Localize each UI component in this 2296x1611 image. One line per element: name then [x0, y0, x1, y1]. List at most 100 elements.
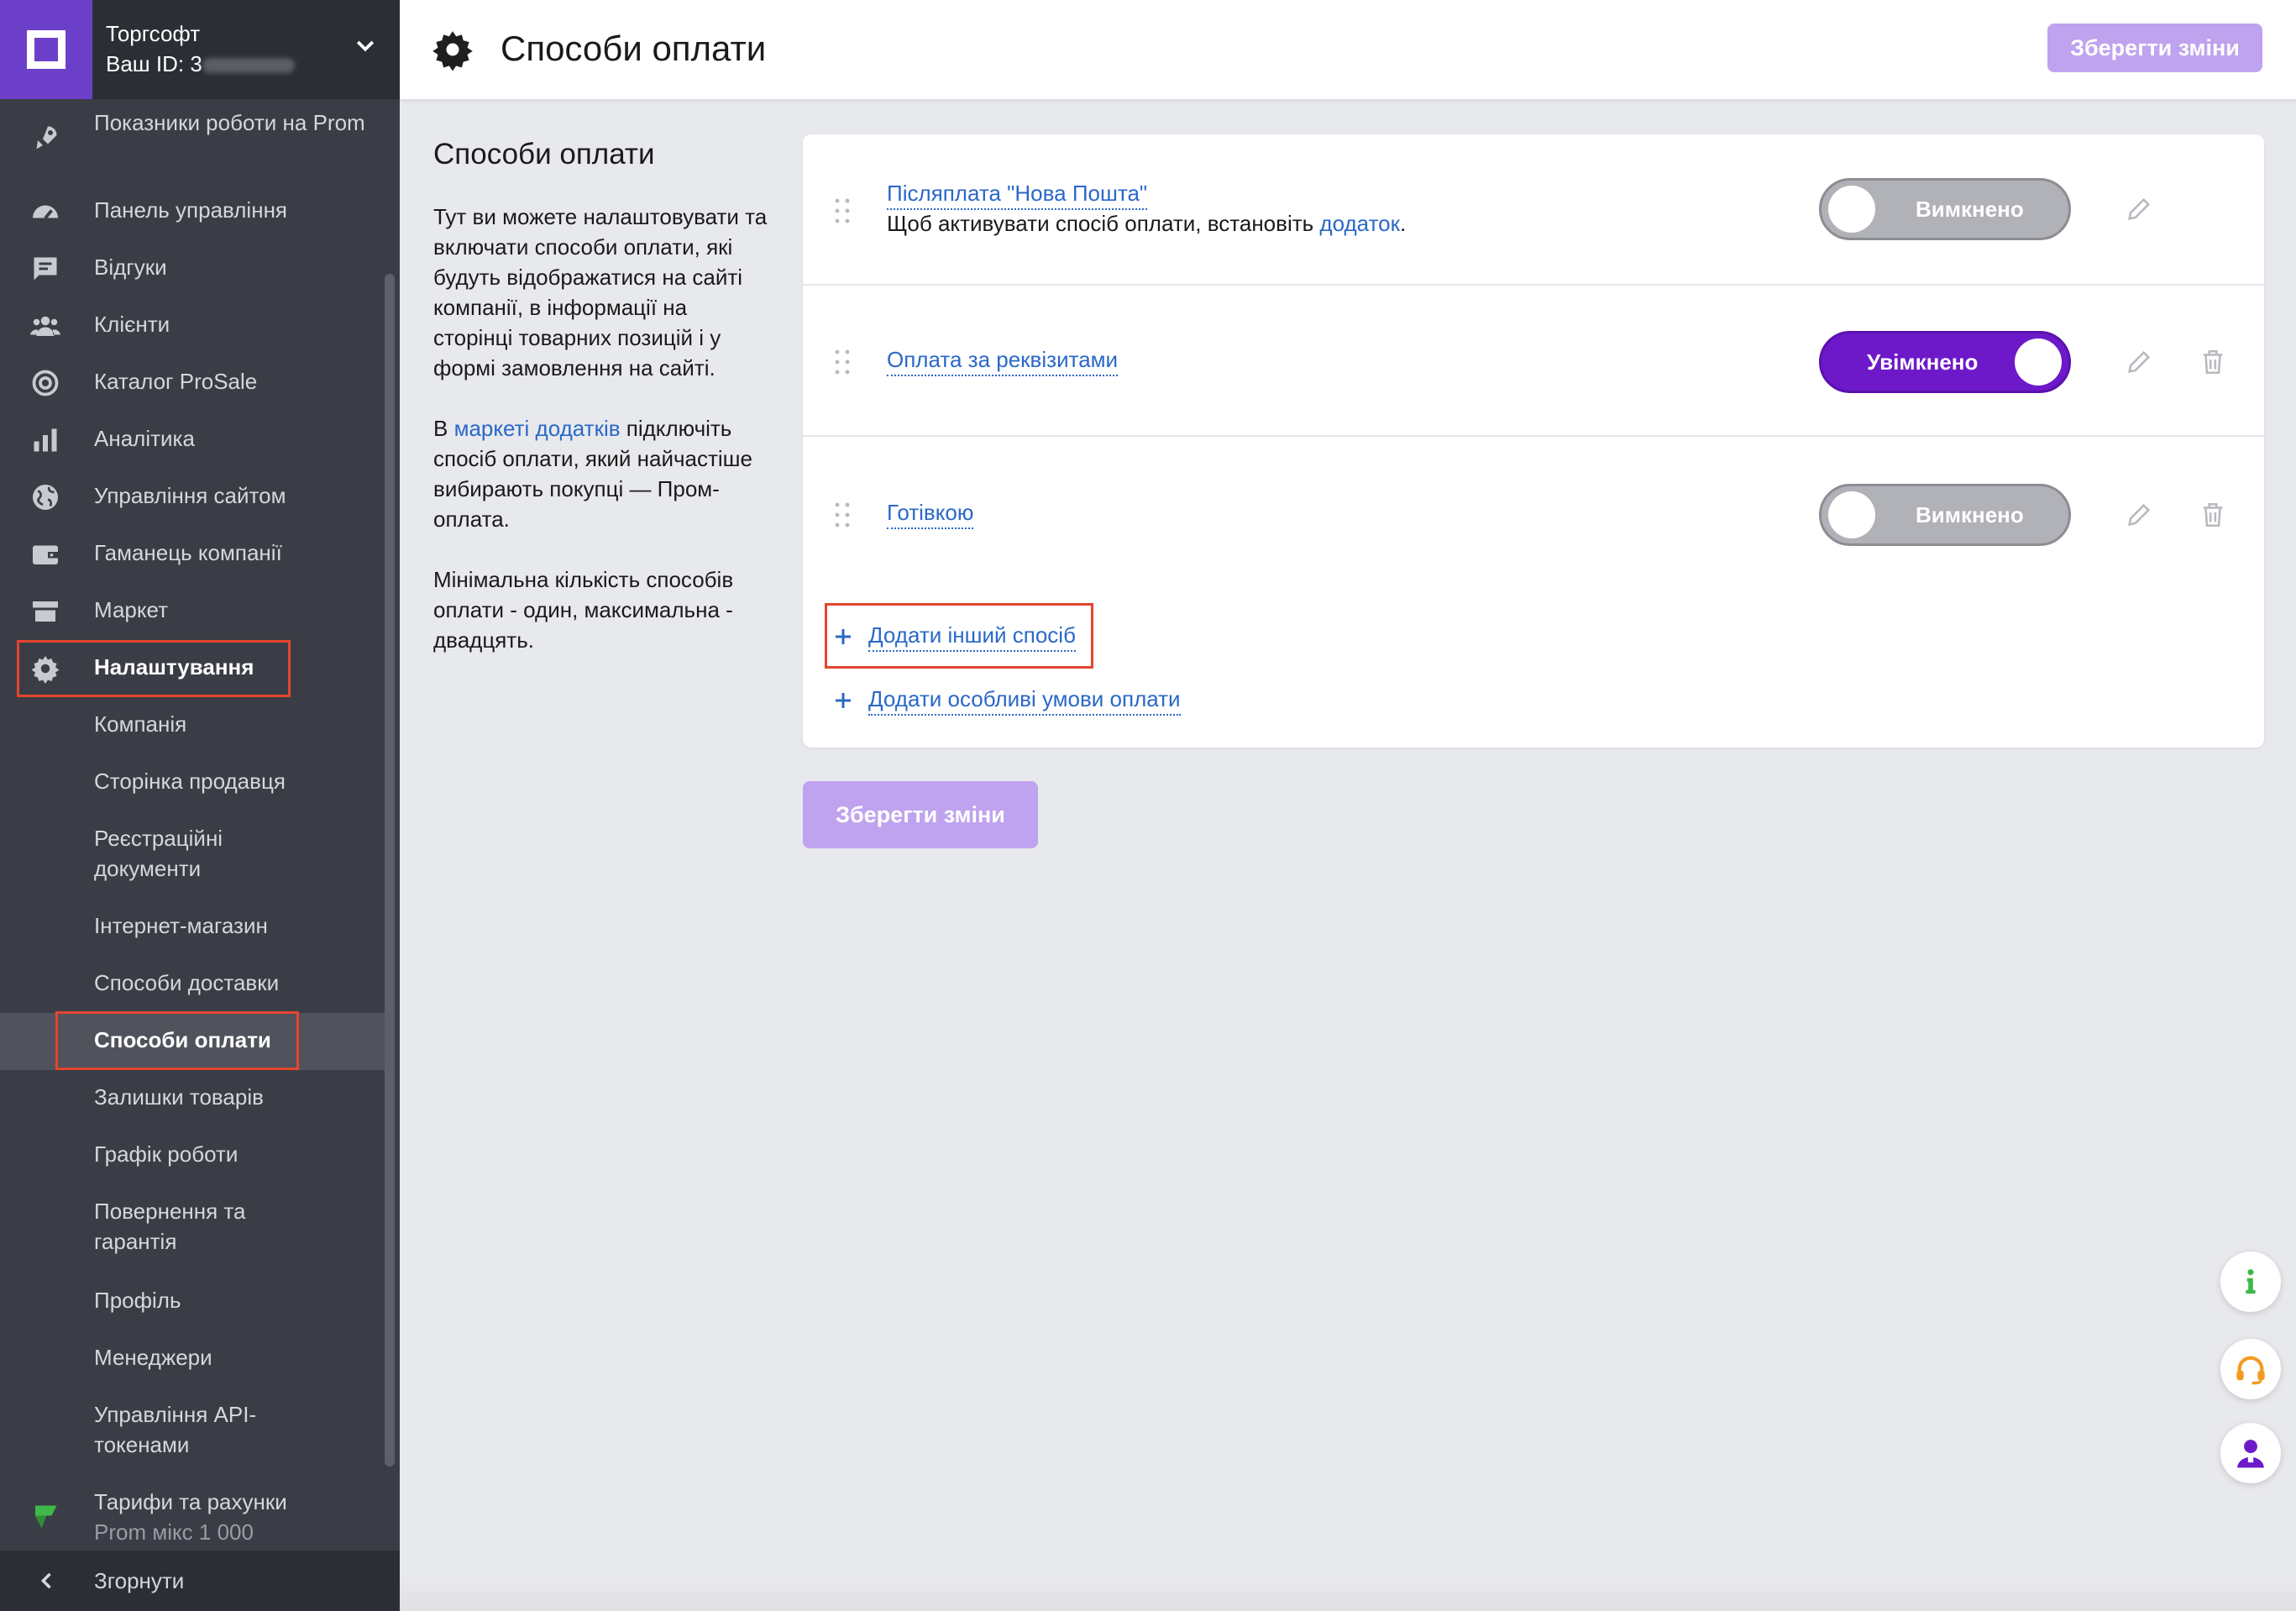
- sidebar-item-tariffs[interactable]: Тарифи та рахунки Prom мікс 1 000: [0, 1487, 386, 1551]
- bottom-shade: [400, 1579, 2296, 1611]
- add-method-label: Додати інший спосіб: [868, 620, 1076, 652]
- trash-icon[interactable]: [2199, 501, 2227, 529]
- message-icon: [34, 257, 57, 281]
- sidebar-item-label: Панель управління: [94, 197, 288, 223]
- description-market-text: В маркеті додатків підключіть спосіб опл…: [433, 416, 752, 532]
- payment-methods-card: Післяплата "Нова Пошта" Щоб активувати с…: [803, 134, 2264, 748]
- chevron-left-icon: [40, 1572, 51, 1589]
- save-button[interactable]: Зберегти зміни: [803, 781, 1038, 848]
- payment-method-name[interactable]: Післяплата "Нова Пошта": [887, 178, 1148, 210]
- sidebar-item-prom-stats[interactable]: Показники роботи на Prom: [0, 108, 386, 171]
- payment-method-toggle[interactable]: Вимкнено: [1819, 484, 2071, 546]
- sidebar-subitem-label: Профіль: [94, 1288, 181, 1313]
- sidebar-item-wallet[interactable]: Гаманець компанії: [0, 538, 386, 571]
- toggle-knob: [1828, 491, 1875, 538]
- page-title: Способи оплати: [501, 29, 767, 68]
- collapse-label: Згорнути: [94, 1568, 185, 1593]
- sidebar-item-settings[interactable]: Налаштування: [0, 652, 386, 685]
- headset-icon: [2236, 1356, 2265, 1385]
- company-name: Торгсофт: [106, 21, 201, 46]
- trash-icon[interactable]: [2199, 348, 2227, 376]
- people-icon: [30, 316, 60, 336]
- payment-method-row: Післяплата "Нова Пошта" Щоб активувати с…: [803, 134, 2264, 286]
- payment-method-toggle[interactable]: Увімкнено: [1819, 331, 2071, 393]
- sidebar-item-prosale[interactable]: Каталог ProSale: [0, 366, 386, 400]
- drag-handle-icon[interactable]: [835, 349, 850, 375]
- edit-icon[interactable]: [2125, 195, 2153, 223]
- sidebar-header[interactable]: Торгсофт Ваш ID: 3: [0, 0, 400, 99]
- sidebar-item-label: Аналітика: [94, 426, 195, 451]
- sidebar-subitem-payment-methods[interactable]: Способи оплати: [0, 1025, 386, 1058]
- target-icon: [32, 370, 59, 396]
- sidebar-item-label: Маркет: [94, 597, 169, 622]
- sidebar-subitem-label: Способи оплати: [94, 1027, 271, 1052]
- info-icon: [2246, 1269, 2256, 1294]
- page-header: Способи оплати Зберегти зміни: [400, 0, 2296, 99]
- toggle-knob: [1828, 186, 1875, 233]
- payment-method-row: Готівкою Вимкнено: [803, 437, 2264, 588]
- manager-button[interactable]: [2220, 1423, 2281, 1483]
- sidebar-subitem-profile[interactable]: Профіль: [0, 1285, 386, 1319]
- payment-method-row: Оплата за реквізитами Увімкнено: [803, 286, 2264, 437]
- sidebar-subitem-registration-docs[interactable]: Реєстраційні документи: [0, 823, 386, 887]
- sidebar-subitem-label: Способи доставки: [94, 970, 280, 995]
- tariff-icon: [35, 1505, 57, 1529]
- redacted-id: [202, 58, 295, 74]
- sidebar-item-reviews[interactable]: Відгуки: [0, 252, 386, 286]
- sidebar: Торгсофт Ваш ID: 3 Показники роботи на P…: [0, 0, 400, 1611]
- chevron-down-icon[interactable]: [353, 34, 378, 59]
- apps-market-link[interactable]: маркеті додатків: [454, 416, 621, 441]
- sidebar-item-label: Відгуки: [94, 255, 167, 280]
- drag-handle-icon[interactable]: [835, 198, 850, 223]
- sidebar-item-label: Гаманець компанії: [94, 540, 282, 565]
- sidebar-subitem-returns[interactable]: Повернення та гарантія: [0, 1196, 386, 1260]
- sidebar-item-analytics[interactable]: Аналітика: [0, 423, 386, 457]
- add-conditions-label: Додати особливі умови оплати: [868, 684, 1181, 716]
- sidebar-subitem-seller-page[interactable]: Сторінка продавця: [0, 766, 386, 800]
- drag-handle-icon[interactable]: [835, 502, 850, 527]
- edit-icon[interactable]: [2125, 501, 2153, 529]
- sidebar-subitem-delivery-methods[interactable]: Способи доставки: [0, 968, 386, 1001]
- sidebar-subitem-api-tokens[interactable]: Управління API-токенами: [0, 1399, 386, 1463]
- sidebar-item-label: Каталог ProSale: [94, 369, 258, 394]
- sidebar-subitem-stock[interactable]: Залишки товарів: [0, 1082, 386, 1115]
- sidebar-item-label: Налаштування: [94, 654, 254, 680]
- gear-icon: [31, 656, 60, 684]
- tariff-plan: Prom мікс 1 000: [94, 1519, 254, 1545]
- save-button-top[interactable]: Зберегти зміни: [2047, 24, 2262, 72]
- sidebar-item-label: Клієнти: [94, 312, 170, 337]
- sidebar-subitem-schedule[interactable]: Графік роботи: [0, 1139, 386, 1173]
- company-id: Ваш ID: 3: [106, 49, 295, 79]
- sidebar-subitem-label: Залишки товарів: [94, 1084, 264, 1110]
- sidebar-subitem-company[interactable]: Компанія: [0, 709, 386, 743]
- add-method-link[interactable]: Додати інший спосіб: [833, 620, 1152, 653]
- install-app-link[interactable]: додаток: [1319, 211, 1400, 236]
- add-conditions-link[interactable]: Додати особливі умови оплати: [833, 684, 1253, 717]
- description-panel: Способи оплати Тут ви можете налаштовува…: [433, 136, 769, 685]
- sidebar-subitem-managers[interactable]: Менеджери: [0, 1342, 386, 1376]
- sidebar-item-dashboard[interactable]: Панель управління: [0, 195, 386, 228]
- sidebar-subitem-label: Інтернет-магазин: [94, 913, 268, 938]
- collapse-sidebar-button[interactable]: Згорнути: [0, 1551, 400, 1611]
- description-limits: Мінімальна кількість способів оплати - о…: [433, 567, 734, 653]
- prom-logo[interactable]: [0, 0, 92, 99]
- sidebar-subitem-online-store[interactable]: Інтернет-магазин: [0, 910, 386, 944]
- sidebar-item-clients[interactable]: Клієнти: [0, 309, 386, 343]
- sidebar-subitem-label: Компанія: [94, 711, 187, 737]
- gear-icon: [432, 31, 473, 71]
- wallet-icon: [33, 545, 58, 564]
- toggle-label: Вимкнено: [1916, 502, 2024, 527]
- payment-method-toggle[interactable]: Вимкнено: [1819, 178, 2071, 240]
- dashboard-icon: [33, 205, 58, 219]
- plus-icon: [836, 693, 851, 708]
- tariff-label: Тарифи та рахунки: [94, 1489, 287, 1514]
- toggle-label: Вимкнено: [1916, 197, 2024, 222]
- support-button[interactable]: [2220, 1339, 2281, 1399]
- edit-icon[interactable]: [2125, 348, 2153, 376]
- sidebar-item-market[interactable]: Маркет: [0, 595, 386, 628]
- payment-method-note: Щоб активувати спосіб оплати, встановіть…: [887, 211, 1407, 236]
- sidebar-item-site-management[interactable]: Управління сайтом: [0, 480, 386, 514]
- payment-method-name[interactable]: Оплата за реквізитами: [887, 344, 1119, 376]
- info-button[interactable]: [2220, 1252, 2281, 1312]
- payment-method-name[interactable]: Готівкою: [887, 497, 974, 529]
